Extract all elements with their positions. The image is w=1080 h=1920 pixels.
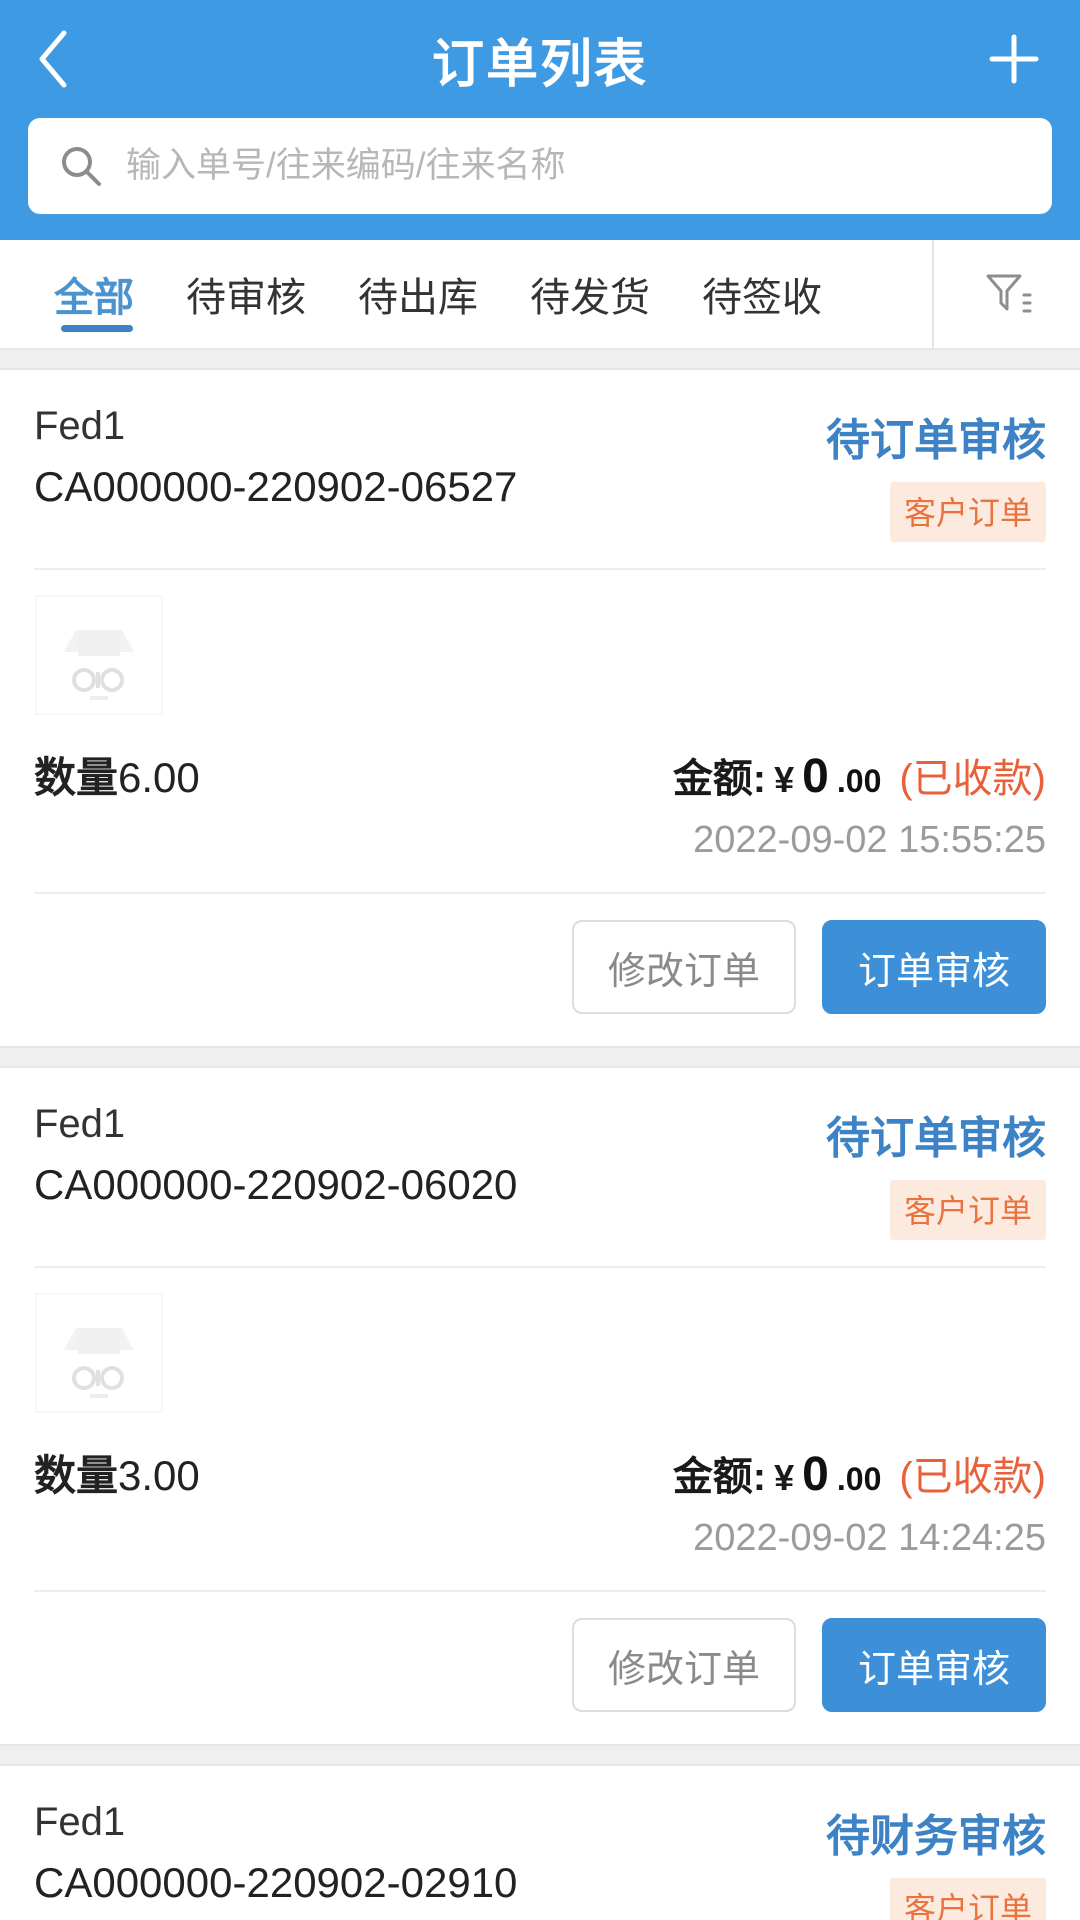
customer-name: Fed1 (34, 1102, 126, 1146)
order-totals: 数量3.00 金额: ¥0.00 (已收款) (34, 1424, 1046, 1503)
status-badge: 待订单审核 (826, 416, 1046, 465)
order-totals: 数量6.00 金额: ¥0.00 (已收款) (34, 726, 1046, 805)
amount-integer: 0 (802, 1448, 829, 1501)
page-title: 订单列表 (431, 35, 648, 94)
payment-status: (已收款) (899, 1455, 1046, 1499)
amount-integer: 0 (802, 750, 829, 803)
order-number: CA000000-220902-06020 (34, 1161, 518, 1208)
order-identity: Fed1 CA000000-220902-02910 (34, 1800, 517, 1907)
list-separator (0, 1046, 1080, 1068)
app-header: 订单列表 (0, 0, 1080, 240)
search-icon (58, 143, 104, 189)
back-icon[interactable] (34, 24, 94, 94)
filter-funnel-icon (980, 265, 1034, 324)
tab-bar: 全部 待审核 待出库 待发货 待签收 (0, 240, 1080, 348)
search-area (0, 118, 1080, 214)
order-actions: 修改订单 订单审核 (34, 1592, 1046, 1744)
product-thumbnails (34, 570, 1046, 726)
currency-symbol: ¥ (774, 759, 795, 800)
amount-group: 金额: ¥0.00 (已收款) (673, 1444, 1046, 1502)
list-separator (0, 1744, 1080, 1766)
tab-list: 全部 待审核 待出库 待发货 待签收 (0, 240, 932, 348)
amount-decimal: .00 (836, 763, 882, 799)
tab-all[interactable]: 全部 (34, 240, 160, 348)
order-card-header: Fed1 CA000000-220902-06527 待订单审核 客户订单 (34, 370, 1046, 542)
order-list: Fed1 CA000000-220902-06527 待订单审核 客户订单 数量… (0, 348, 1080, 1920)
amount-prefix: 金额: (672, 757, 767, 801)
order-actions: 修改订单 订单审核 (34, 894, 1046, 1046)
tab-pending-review[interactable]: 待审核 (160, 240, 332, 348)
filter-button[interactable] (932, 240, 1080, 348)
search-box[interactable] (28, 118, 1052, 214)
order-card[interactable]: Fed1 CA000000-220902-02910 待财务审核 客户订单 (0, 1766, 1080, 1920)
edit-order-button[interactable]: 修改订单 (571, 1618, 796, 1712)
tab-pending-outbound[interactable]: 待出库 (332, 240, 504, 348)
order-identity: Fed1 CA000000-220902-06020 (34, 1102, 517, 1209)
search-input[interactable] (126, 118, 1022, 214)
order-time-row: 2022-09-02 14:24:25 (34, 1503, 1046, 1560)
order-status-group: 待订单审核 客户订单 (826, 1102, 1046, 1240)
product-thumbnails (34, 1268, 1046, 1424)
order-card-header: Fed1 CA000000-220902-06020 待订单审核 客户订单 (34, 1068, 1046, 1240)
order-number: CA000000-220902-06527 (34, 463, 518, 510)
review-order-button[interactable]: 订单审核 (821, 920, 1046, 1014)
order-type-badge: 客户订单 (889, 482, 1046, 542)
list-separator (0, 348, 1080, 370)
order-status-group: 待订单审核 客户订单 (826, 404, 1046, 542)
quantity-prefix: 数量 (34, 1452, 119, 1499)
tab-pending-receipt[interactable]: 待签收 (676, 240, 848, 348)
order-type-badge: 客户订单 (889, 1180, 1046, 1240)
order-identity: Fed1 CA000000-220902-06527 (34, 404, 517, 511)
payment-status: (已收款) (899, 757, 1046, 801)
amount-decimal: .00 (836, 1461, 882, 1497)
order-timestamp: 2022-09-02 14:24:25 (693, 1517, 1046, 1559)
order-card-header: Fed1 CA000000-220902-02910 待财务审核 客户订单 (34, 1766, 1046, 1920)
review-order-button[interactable]: 订单审核 (821, 1618, 1046, 1712)
image-placeholder-icon (34, 1292, 164, 1414)
order-list-screen: 订单列表 全部 待审核 (0, 0, 1080, 1920)
order-card[interactable]: Fed1 CA000000-220902-06020 待订单审核 客户订单 数量… (0, 1068, 1080, 1744)
order-status-group: 待财务审核 客户订单 (826, 1800, 1046, 1920)
order-type-badge: 客户订单 (889, 1878, 1046, 1920)
quantity-value: 3.00 (118, 1452, 200, 1499)
edit-order-button[interactable]: 修改订单 (571, 920, 796, 1014)
quantity-prefix: 数量 (34, 754, 119, 801)
order-timestamp: 2022-09-02 15:55:25 (693, 819, 1046, 861)
status-badge: 待订单审核 (826, 1114, 1046, 1163)
amount-prefix: 金额: (672, 1455, 767, 1499)
quantity-label: 数量3.00 (34, 1442, 200, 1503)
quantity-label: 数量6.00 (34, 744, 200, 805)
customer-name: Fed1 (34, 404, 126, 448)
quantity-value: 6.00 (118, 754, 200, 801)
amount-group: 金额: ¥0.00 (已收款) (673, 746, 1046, 804)
plus-icon[interactable] (982, 27, 1046, 91)
currency-symbol: ¥ (774, 1457, 795, 1498)
order-number: CA000000-220902-02910 (34, 1859, 518, 1906)
image-placeholder-icon (34, 594, 164, 716)
status-badge: 待财务审核 (826, 1812, 1046, 1861)
customer-name: Fed1 (34, 1800, 126, 1844)
header-bar: 订单列表 (0, 0, 1080, 118)
order-time-row: 2022-09-02 15:55:25 (34, 805, 1046, 862)
tab-pending-shipment[interactable]: 待发货 (504, 240, 676, 348)
order-card[interactable]: Fed1 CA000000-220902-06527 待订单审核 客户订单 数量… (0, 370, 1080, 1046)
